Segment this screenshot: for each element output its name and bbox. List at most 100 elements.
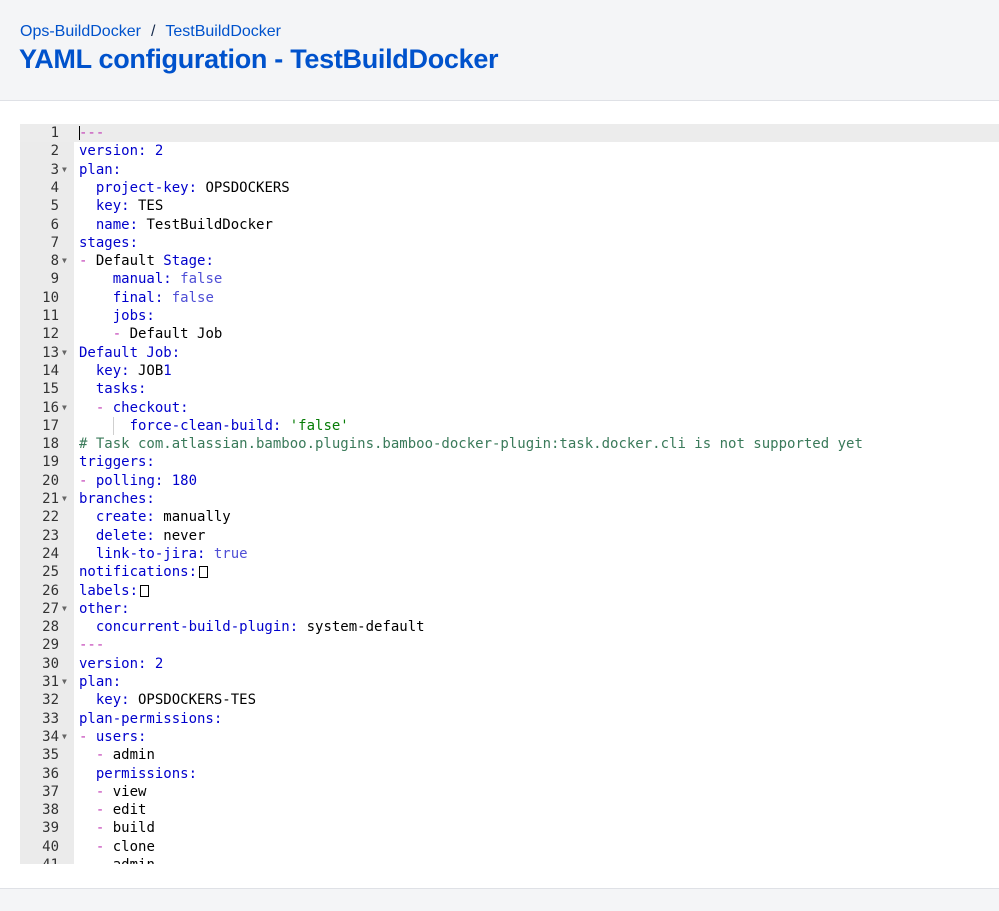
line-number: 7 xyxy=(50,234,59,251)
code-line[interactable]: 40 - clone xyxy=(20,838,999,856)
code-token: view xyxy=(104,783,147,800)
code-line[interactable]: 23 delete: never xyxy=(20,527,999,545)
code-token: OPSDOCKERS xyxy=(197,179,290,196)
line-number: 24 xyxy=(42,545,59,562)
code-line[interactable]: 33 plan-permissions: xyxy=(20,710,999,728)
code-line[interactable]: 21 ▼ branches: xyxy=(20,490,999,508)
line-number: 13 xyxy=(42,344,59,361)
caret-down-icon[interactable]: ▼ xyxy=(62,600,67,618)
code-line[interactable]: 3 ▼ plan: xyxy=(20,161,999,179)
code-line[interactable]: 26 labels: xyxy=(20,582,999,600)
code-line[interactable]: 22 create: manually xyxy=(20,508,999,526)
code-line[interactable]: 7 stages: xyxy=(20,234,999,252)
caret-down-icon[interactable]: ▼ xyxy=(62,490,67,508)
code-line[interactable]: 13 ▼ Default Job: xyxy=(20,344,999,362)
code-text: - admin xyxy=(79,856,155,864)
code-line[interactable]: 6 name: TestBuildDocker xyxy=(20,216,999,234)
code-token: delete: xyxy=(95,527,155,544)
code-line[interactable]: 25 notifications: xyxy=(20,563,999,581)
code-line[interactable]: 34 ▼ - users: xyxy=(20,728,999,746)
code-text: link-to-jira: true xyxy=(79,545,248,563)
line-number: 20 xyxy=(42,472,59,489)
code-line[interactable]: 35 - admin xyxy=(20,746,999,764)
code-line[interactable]: 10 final: false xyxy=(20,289,999,307)
code-token: admin xyxy=(104,857,155,864)
code-token: Default xyxy=(87,253,164,270)
code-line[interactable]: 9 manual: false xyxy=(20,270,999,288)
line-number: 18 xyxy=(42,436,59,453)
code-line[interactable]: 32 key: OPSDOCKERS-TES xyxy=(20,691,999,709)
code-line[interactable]: 11 jobs: xyxy=(20,307,999,325)
code-token: false xyxy=(171,289,214,306)
code-line[interactable]: 41 - admin xyxy=(20,856,999,864)
code-line[interactable]: 15 tasks: xyxy=(20,380,999,398)
code-line[interactable]: 2 version: 2 xyxy=(20,142,999,160)
code-line[interactable]: 20 - polling: 180 xyxy=(20,472,999,490)
code-line[interactable]: 31 ▼ plan: xyxy=(20,673,999,691)
caret-down-icon[interactable]: ▼ xyxy=(62,399,67,417)
code-line[interactable]: 17 force-clean-build: 'false' xyxy=(20,417,999,435)
caret-down-icon[interactable]: ▼ xyxy=(62,344,67,362)
line-number: 39 xyxy=(42,820,59,837)
code-text: - Default Job xyxy=(79,325,223,343)
code-token: 'false' xyxy=(289,417,349,434)
code-line[interactable]: 37 - view xyxy=(20,783,999,801)
code-line[interactable]: 1 --- xyxy=(20,124,999,143)
code-line[interactable]: 36 permissions: xyxy=(20,765,999,783)
code-text: --- xyxy=(79,124,104,142)
caret-down-icon[interactable]: ▼ xyxy=(62,728,67,746)
empty-list-bracket xyxy=(140,584,150,597)
code-token: 2 xyxy=(154,143,164,160)
caret-down-icon[interactable]: ▼ xyxy=(62,252,67,270)
line-number: 21 xyxy=(42,491,59,507)
breadcrumb-project-link[interactable]: Ops-BuildDocker xyxy=(20,23,141,40)
code-line[interactable]: 18 # Task com.atlassian.bamboo.plugins.ba… xyxy=(20,435,999,453)
yaml-code-editor[interactable]: 1 --- 2 version: 2 3 ▼ plan: 4 project-key: OPS… xyxy=(20,124,999,864)
breadcrumb-plan-link[interactable]: TestBuildDocker xyxy=(165,23,281,40)
code-line[interactable]: 29 --- xyxy=(20,636,999,654)
code-text: key: OPSDOCKERS-TES xyxy=(79,691,256,709)
code-line[interactable]: 30 version: 2 xyxy=(20,655,999,673)
code-line[interactable]: 4 project-key: OPSDOCKERS xyxy=(20,179,999,197)
code-line[interactable]: 24 link-to-jira: true xyxy=(20,545,999,563)
code-token: Default Job: xyxy=(79,344,181,361)
empty-list-bracket xyxy=(199,566,209,579)
breadcrumb: Ops-BuildDocker / TestBuildDocker xyxy=(20,23,281,41)
code-line[interactable]: 12 - Default Job xyxy=(20,325,999,343)
code-token: false xyxy=(180,271,223,288)
code-line[interactable]: 38 - edit xyxy=(20,801,999,819)
code-text: - admin xyxy=(79,746,155,764)
code-line[interactable]: 27 ▼ other: xyxy=(20,600,999,618)
code-line[interactable]: 39 - build xyxy=(20,819,999,837)
code-line[interactable]: 8 ▼ - Default Stage: xyxy=(20,252,999,270)
caret-down-icon[interactable]: ▼ xyxy=(62,161,67,179)
code-token: tasks: xyxy=(95,381,147,398)
line-number: 17 xyxy=(42,417,59,434)
code-text: - view xyxy=(79,783,147,801)
code-text: triggers: xyxy=(79,453,155,471)
code-line[interactable]: 28 concurrent-build-plugin: system-defau… xyxy=(20,618,999,636)
caret-down-icon[interactable]: ▼ xyxy=(62,673,67,691)
line-number: 35 xyxy=(42,747,59,764)
code-text: delete: never xyxy=(79,527,206,545)
code-token: build xyxy=(104,820,155,837)
code-text: plan-permissions: xyxy=(79,710,222,728)
code-token: 1 xyxy=(163,362,172,379)
code-line[interactable]: 14 key: JOB1 xyxy=(20,362,999,380)
code-token: 180 xyxy=(171,472,198,489)
code-line[interactable]: 19 triggers: xyxy=(20,453,999,471)
code-line[interactable]: 5 key: TES xyxy=(20,197,999,215)
code-token: clone xyxy=(104,838,155,855)
code-token: TES xyxy=(129,198,164,215)
code-line[interactable]: 16 ▼ - checkout: xyxy=(20,399,999,417)
